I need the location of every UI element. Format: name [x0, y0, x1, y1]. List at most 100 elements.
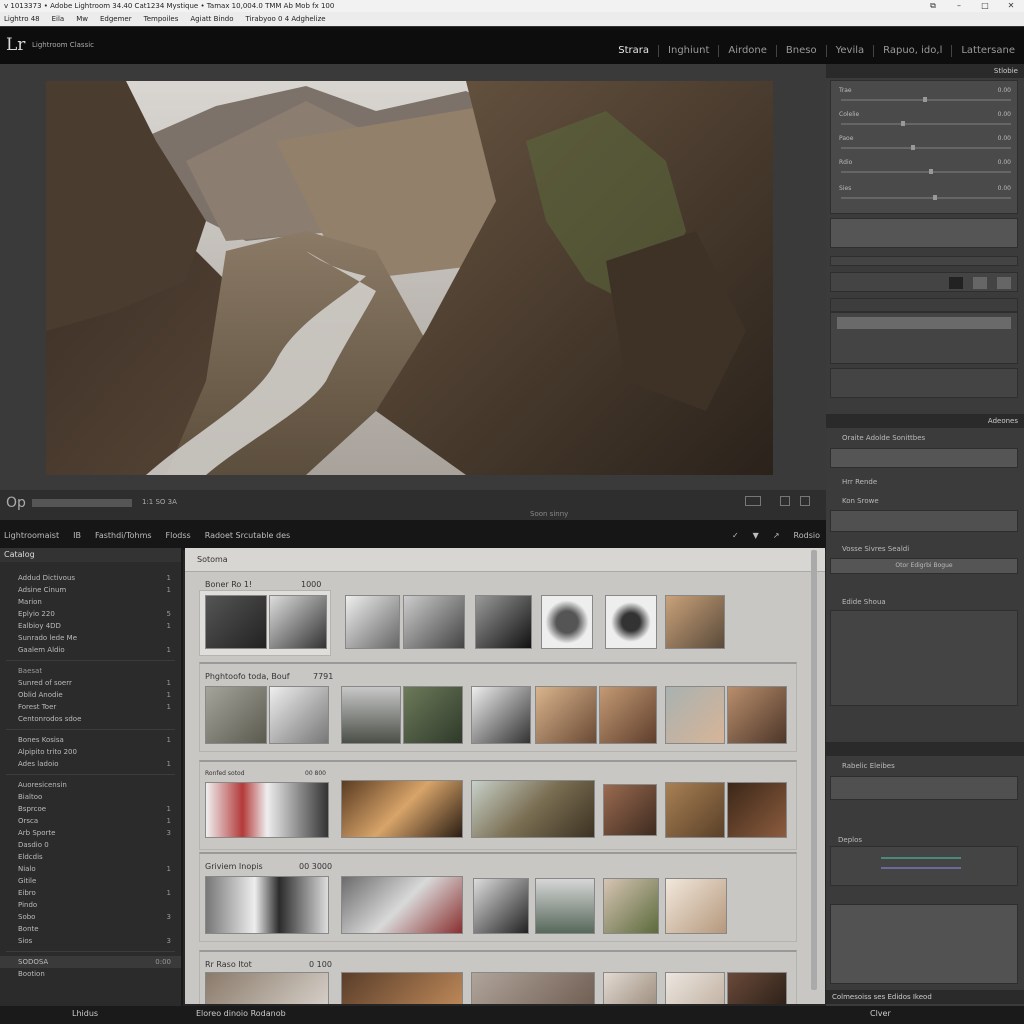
- photo-thumbnail[interactable]: [269, 686, 329, 744]
- smart-collection-item[interactable]: SODOSA 0:00: [0, 956, 181, 968]
- import-button[interactable]: Lhidus: [72, 1009, 98, 1018]
- photo-thumbnail[interactable]: [475, 595, 532, 649]
- module-print[interactable]: Rapuo, ido,l: [873, 45, 951, 57]
- slider-track[interactable]: [841, 121, 1011, 126]
- clear-button[interactable]: Clver: [870, 1009, 891, 1018]
- collection-item[interactable]: Bonte: [0, 923, 181, 935]
- photo-thumbnail[interactable]: [341, 972, 463, 1004]
- publish-item[interactable]: Bootion: [0, 968, 181, 980]
- collection-item[interactable]: Bsprcoe 1: [0, 803, 181, 815]
- collection-item[interactable]: Bialtoo: [0, 791, 181, 803]
- catalog-item[interactable]: Addud Dictivous 1: [0, 572, 181, 584]
- slider-knob[interactable]: [923, 97, 927, 102]
- tool-icon[interactable]: [997, 277, 1011, 289]
- photo-thumbnail[interactable]: [665, 595, 725, 649]
- slider-knob[interactable]: [911, 145, 915, 150]
- slider-track[interactable]: [841, 97, 1011, 102]
- filmstrip-item-1[interactable]: IB: [73, 531, 81, 540]
- photo-thumbnail[interactable]: [665, 878, 727, 934]
- folder-item[interactable]: Oblid Anodie 1: [0, 689, 181, 701]
- menu-item-settings[interactable]: Tempoiles: [144, 12, 179, 26]
- main-photo[interactable]: [46, 81, 773, 475]
- section-head[interactable]: [826, 742, 1024, 756]
- dropdown-icon[interactable]: ▼: [753, 531, 759, 540]
- tool-icon[interactable]: [949, 277, 963, 289]
- preset-dropdown[interactable]: [830, 218, 1018, 248]
- slider-track[interactable]: [841, 195, 1011, 200]
- catalog-item[interactable]: Marion: [0, 596, 181, 608]
- quick-develop-header[interactable]: Stlobie: [826, 64, 1024, 78]
- module-book[interactable]: Bneso: [775, 45, 826, 57]
- menu-item-help[interactable]: Tirabyoo 0 4 Adghelize: [245, 12, 325, 26]
- photo-thumbnail[interactable]: [603, 972, 657, 1004]
- maximize-icon[interactable]: □: [972, 0, 998, 12]
- slider-track[interactable]: [841, 169, 1011, 174]
- loupe-view-icon[interactable]: [780, 496, 790, 506]
- photo-thumbnail[interactable]: [727, 782, 787, 838]
- module-web[interactable]: Lattersane: [951, 45, 1024, 57]
- photo-thumbnail[interactable]: [205, 876, 329, 934]
- folder-item[interactable]: Forest Toer 1: [0, 701, 181, 713]
- collections-header[interactable]: Auoresicensin: [0, 779, 181, 791]
- toolbar-progress[interactable]: [32, 499, 132, 507]
- compare-view-icon[interactable]: [800, 496, 810, 506]
- filmstrip-item-3[interactable]: Flodss: [166, 531, 191, 540]
- close-icon[interactable]: ✕: [998, 0, 1024, 12]
- photo-thumbnail[interactable]: [205, 782, 329, 838]
- collection-item[interactable]: Sobo 3: [0, 911, 181, 923]
- collection-item[interactable]: Orsca 1: [0, 815, 181, 827]
- catalog-item[interactable]: Ealbioy 4DD 1: [0, 620, 181, 632]
- collection-item[interactable]: Alpipito trito 200: [0, 746, 181, 758]
- restore-icon[interactable]: ⧉: [920, 0, 946, 12]
- check-icon[interactable]: ✓: [732, 531, 739, 540]
- module-develop[interactable]: Inghiunt: [658, 45, 718, 57]
- photo-thumbnail[interactable]: [205, 595, 267, 649]
- minimize-icon[interactable]: –: [946, 0, 972, 12]
- module-map[interactable]: Airdone: [718, 45, 776, 57]
- photo-thumbnail[interactable]: [727, 972, 787, 1004]
- photo-thumbnail[interactable]: [269, 595, 327, 649]
- collection-item[interactable]: Arb Sporte 3: [0, 827, 181, 839]
- grid-scrollbar[interactable]: [811, 550, 817, 990]
- presets-header[interactable]: Adeones: [826, 414, 1024, 428]
- menu-item-view[interactable]: Mw: [76, 12, 88, 26]
- action-button[interactable]: Otor Edigrbi Bogue: [830, 558, 1018, 574]
- catalog-item[interactable]: Eplyio 220 5: [0, 608, 181, 620]
- photo-thumbnail[interactable]: [603, 878, 659, 934]
- slider-track[interactable]: [881, 867, 961, 869]
- catalog-item[interactable]: Gaalem Aldio 1: [0, 644, 181, 656]
- filmstrip-item-4[interactable]: Radoet Srcutable des: [205, 531, 291, 540]
- collection-item[interactable]: Eldcdis: [0, 851, 181, 863]
- collection-item[interactable]: Bones Kosisa 1: [0, 734, 181, 746]
- photo-thumbnail[interactable]: [665, 782, 725, 838]
- photo-thumbnail[interactable]: [341, 876, 463, 934]
- slider-knob[interactable]: [929, 169, 933, 174]
- catalog-header[interactable]: Catalog: [0, 548, 181, 562]
- photo-thumbnail[interactable]: [205, 972, 329, 1004]
- collection-item[interactable]: Pindo: [0, 899, 181, 911]
- menu-item-file[interactable]: Lightro 48: [4, 12, 40, 26]
- collection-item[interactable]: Ades ladoio 1: [0, 758, 181, 770]
- photo-thumbnail[interactable]: [471, 972, 595, 1004]
- menu-item-tools[interactable]: Agiatt Bindo: [190, 12, 233, 26]
- preset-row[interactable]: [830, 448, 1018, 468]
- photo-thumbnail[interactable]: [727, 686, 787, 744]
- module-library[interactable]: Strara: [609, 45, 658, 57]
- photo-thumbnail[interactable]: [535, 686, 597, 744]
- expand-icon[interactable]: ↗: [773, 531, 780, 540]
- filmstrip-source[interactable]: Lightroomaist: [4, 531, 59, 540]
- grid-view-icon[interactable]: [745, 496, 761, 506]
- photo-thumbnail[interactable]: [665, 686, 725, 744]
- folder-item[interactable]: Sunred of soerr 1: [0, 677, 181, 689]
- module-slideshow[interactable]: Yevila: [825, 45, 874, 57]
- slider-track[interactable]: [841, 145, 1011, 150]
- select-field[interactable]: [830, 510, 1018, 532]
- photo-thumbnail[interactable]: [605, 595, 657, 649]
- photo-thumbnail[interactable]: [473, 878, 529, 934]
- photo-thumbnail[interactable]: [341, 686, 401, 744]
- collection-item[interactable]: Dasdio 0: [0, 839, 181, 851]
- folder-item[interactable]: Centonrodos sdoe: [0, 713, 181, 725]
- collection-item[interactable]: Nialo 1: [0, 863, 181, 875]
- menu-item-edit[interactable]: Eila: [52, 12, 65, 26]
- photo-thumbnail[interactable]: [599, 686, 657, 744]
